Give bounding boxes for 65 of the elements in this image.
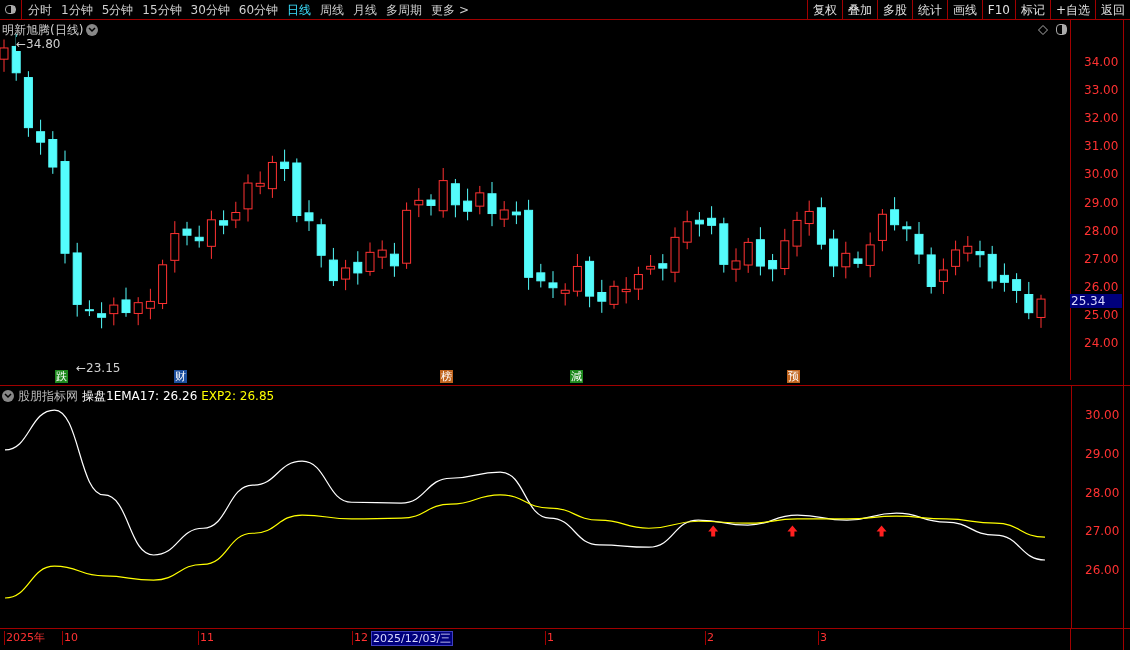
time-axis-label: 2025年 [4, 631, 45, 645]
signal-marker: 跌 [55, 370, 68, 383]
toolbar-button[interactable]: 标记 [1014, 0, 1050, 19]
readout-value: : 26.26 [155, 388, 198, 405]
series-name: 操盘1EMA17 [82, 388, 156, 405]
arrow-up-icon [708, 525, 719, 537]
price-axis-label: 28.00 [1084, 223, 1119, 238]
toolbar-button[interactable]: 画线 [946, 0, 982, 19]
period-tab[interactable]: 1分钟 [61, 0, 93, 19]
arrow-up-icon [787, 525, 798, 537]
period-tab[interactable]: 日线 [287, 0, 312, 19]
chevron-down-icon[interactable] [86, 24, 99, 36]
series-name: EXP2 [201, 388, 232, 405]
indicator-axis-label: 26.00 [1085, 563, 1120, 578]
period-tab[interactable]: 分时 [28, 0, 52, 19]
period-tab[interactable]: 周线 [320, 0, 345, 19]
signal-marker: 财 [174, 370, 187, 383]
period-tab[interactable]: 15分钟 [142, 0, 182, 19]
price-axis-label: 29.00 [1084, 195, 1119, 210]
toolbar-button[interactable]: 多股 [876, 0, 912, 19]
period-tab[interactable]: 60分钟 [238, 0, 279, 19]
price-axis-label: 24.00 [1084, 336, 1119, 350]
indicator-axis-label: 27.00 [1085, 524, 1120, 539]
price-axis-label: 25.00 [1084, 307, 1119, 322]
current-price-tag: 25.34 [1070, 293, 1122, 308]
period-tab[interactable]: 30分钟 [190, 0, 230, 19]
indicator-axis-label: 28.00 [1085, 485, 1120, 500]
toolbar-button[interactable]: 复权 [806, 0, 842, 19]
low-price-label: ←23.15 [76, 360, 121, 377]
toolbar-button[interactable]: F10 [981, 0, 1015, 19]
price-axis-label: 30.00 [1084, 167, 1119, 182]
period-tab[interactable]: 更多 > [431, 0, 469, 19]
price-axis-label: 26.00 [1084, 279, 1119, 294]
price-axis-label: 32.00 [1084, 111, 1119, 126]
time-axis-label: 2 [705, 631, 714, 645]
readout-value: : 26.85 [231, 388, 275, 405]
toolbar-button[interactable]: 叠加 [841, 0, 877, 19]
price-axis-label: 27.00 [1084, 251, 1119, 266]
time-axis-label: 11 [198, 631, 214, 645]
chart-title: 明新旭腾(日线) [2, 22, 84, 39]
indicator-axis-label: 30.00 [1085, 408, 1120, 423]
time-axis-label: 10 [62, 631, 78, 645]
chevron-down-icon[interactable] [2, 390, 14, 402]
toolbar-button[interactable]: +自选 [1049, 0, 1095, 19]
price-axis-label: 33.00 [1084, 83, 1119, 98]
signal-marker: 減 [570, 370, 583, 383]
toolbar-button[interactable]: 统计 [911, 0, 947, 19]
cursor-date-label: 2025/12/03/三 [371, 631, 454, 646]
indicator-axis-label: 29.00 [1085, 446, 1120, 461]
high-price-label: ←34.80 [16, 37, 61, 51]
period-tab[interactable]: 5分钟 [101, 0, 134, 19]
signal-marker: 榜 [440, 370, 453, 383]
toolbar-button[interactable]: 返回 [1095, 0, 1130, 19]
indicator-source: 股朋指标网 [18, 388, 78, 405]
price-axis-label: 34.00 [1084, 55, 1119, 69]
period-tab[interactable]: 多周期 [386, 0, 423, 19]
signal-marker: 预 [787, 370, 800, 383]
time-axis-label: 12 [352, 631, 368, 645]
period-tab[interactable]: 月线 [353, 0, 378, 19]
diamond-icon[interactable] [1038, 25, 1048, 35]
arrow-up-icon [876, 525, 887, 537]
price-axis-label: 31.00 [1084, 139, 1119, 154]
time-axis-label: 3 [818, 631, 827, 645]
time-axis-label: 1 [545, 631, 554, 645]
panel-toggle-icon[interactable] [1056, 24, 1067, 35]
